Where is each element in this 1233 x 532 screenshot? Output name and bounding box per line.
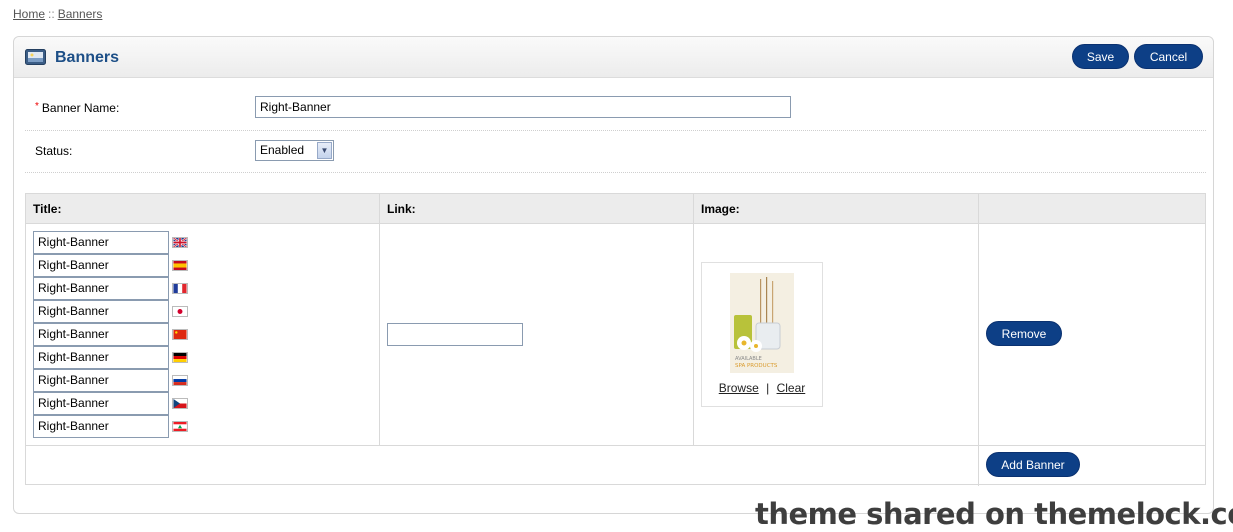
- status-row: Status: Enabled ▼: [25, 130, 1206, 173]
- spa-product-thumbnail: AVAILABLE SPA PRODUCTS: [730, 273, 794, 373]
- title-input-spanish[interactable]: Right-Banner: [33, 254, 169, 277]
- link-column-header: Link:: [387, 202, 416, 216]
- row-divider: [26, 445, 1205, 446]
- title-input-chinese[interactable]: Right-Banner: [33, 323, 169, 346]
- breadcrumb: Home:: Banners: [13, 7, 102, 21]
- browse-link[interactable]: Browse: [719, 381, 759, 395]
- title-input-japanese[interactable]: Right-Banner: [33, 300, 169, 323]
- banner-name-label-text: Banner Name:: [41, 101, 120, 115]
- watermark-text: theme shared on themelock.com: [755, 497, 1233, 531]
- save-button[interactable]: Save: [1072, 44, 1129, 69]
- title-column-header: Title:: [33, 202, 62, 216]
- china-flag-icon: [172, 329, 188, 340]
- panel-heading: Banners Save Cancel: [14, 37, 1213, 78]
- add-banner-button[interactable]: Add Banner: [986, 452, 1080, 477]
- title-input-arabic[interactable]: Right-Banner: [33, 415, 169, 438]
- status-label: Status:: [35, 144, 73, 158]
- lebanon-flag-icon: [172, 421, 188, 432]
- image-actions-divider: |: [766, 381, 770, 395]
- chevron-down-icon[interactable]: ▼: [317, 142, 332, 159]
- title-input-english[interactable]: Right-Banner: [33, 231, 169, 254]
- title-input-french[interactable]: Right-Banner: [33, 277, 169, 300]
- column-divider: [379, 194, 380, 446]
- banner-name-label: * Banner Name:: [35, 101, 119, 115]
- banner-image-preview: AVAILABLE SPA PRODUCTS Browse | Clear: [701, 262, 823, 407]
- remove-button[interactable]: Remove: [986, 321, 1062, 346]
- clear-link[interactable]: Clear: [777, 381, 806, 395]
- column-divider: [693, 194, 694, 446]
- image-actions: Browse | Clear: [702, 381, 822, 395]
- title-input-czech[interactable]: Right-Banner: [33, 392, 169, 415]
- thumbnail-caption-available: AVAILABLE: [735, 356, 762, 362]
- banner-name-row: * Banner Name: Right-Banner: [25, 87, 1206, 131]
- title-input-russian[interactable]: Right-Banner: [33, 369, 169, 392]
- germany-flag-icon: [172, 352, 188, 363]
- uk-flag-icon: [172, 237, 188, 248]
- page-title: Banners: [55, 49, 120, 66]
- banner-images-table: Title: Link: Image: Right-Banner Right-B…: [25, 193, 1206, 486]
- image-column-header: Image:: [701, 202, 740, 216]
- czech-flag-icon: [172, 398, 188, 409]
- japan-flag-icon: [172, 306, 188, 317]
- breadcrumb-separator: ::: [48, 7, 55, 21]
- required-marker: *: [35, 101, 39, 112]
- thumbnail-caption-spa: SPA PRODUCTS: [735, 363, 778, 369]
- status-select[interactable]: Enabled ▼: [255, 140, 334, 161]
- banner-name-input[interactable]: Right-Banner: [255, 96, 791, 118]
- france-flag-icon: [172, 283, 188, 294]
- cancel-button[interactable]: Cancel: [1134, 44, 1203, 69]
- banner-image-icon: [25, 49, 46, 65]
- breadcrumb-banners-link[interactable]: Banners: [58, 7, 103, 21]
- status-selected-value: Enabled: [260, 143, 305, 157]
- title-input-german[interactable]: Right-Banner: [33, 346, 169, 369]
- column-divider: [978, 194, 979, 486]
- breadcrumb-home-link[interactable]: Home: [13, 7, 45, 21]
- spain-flag-icon: [172, 260, 188, 271]
- table-header: Title: Link: Image:: [26, 194, 1205, 224]
- russia-flag-icon: [172, 375, 188, 386]
- banner-form-panel: Banners Save Cancel * Banner Name: Right-…: [13, 36, 1214, 514]
- link-input[interactable]: [387, 323, 523, 346]
